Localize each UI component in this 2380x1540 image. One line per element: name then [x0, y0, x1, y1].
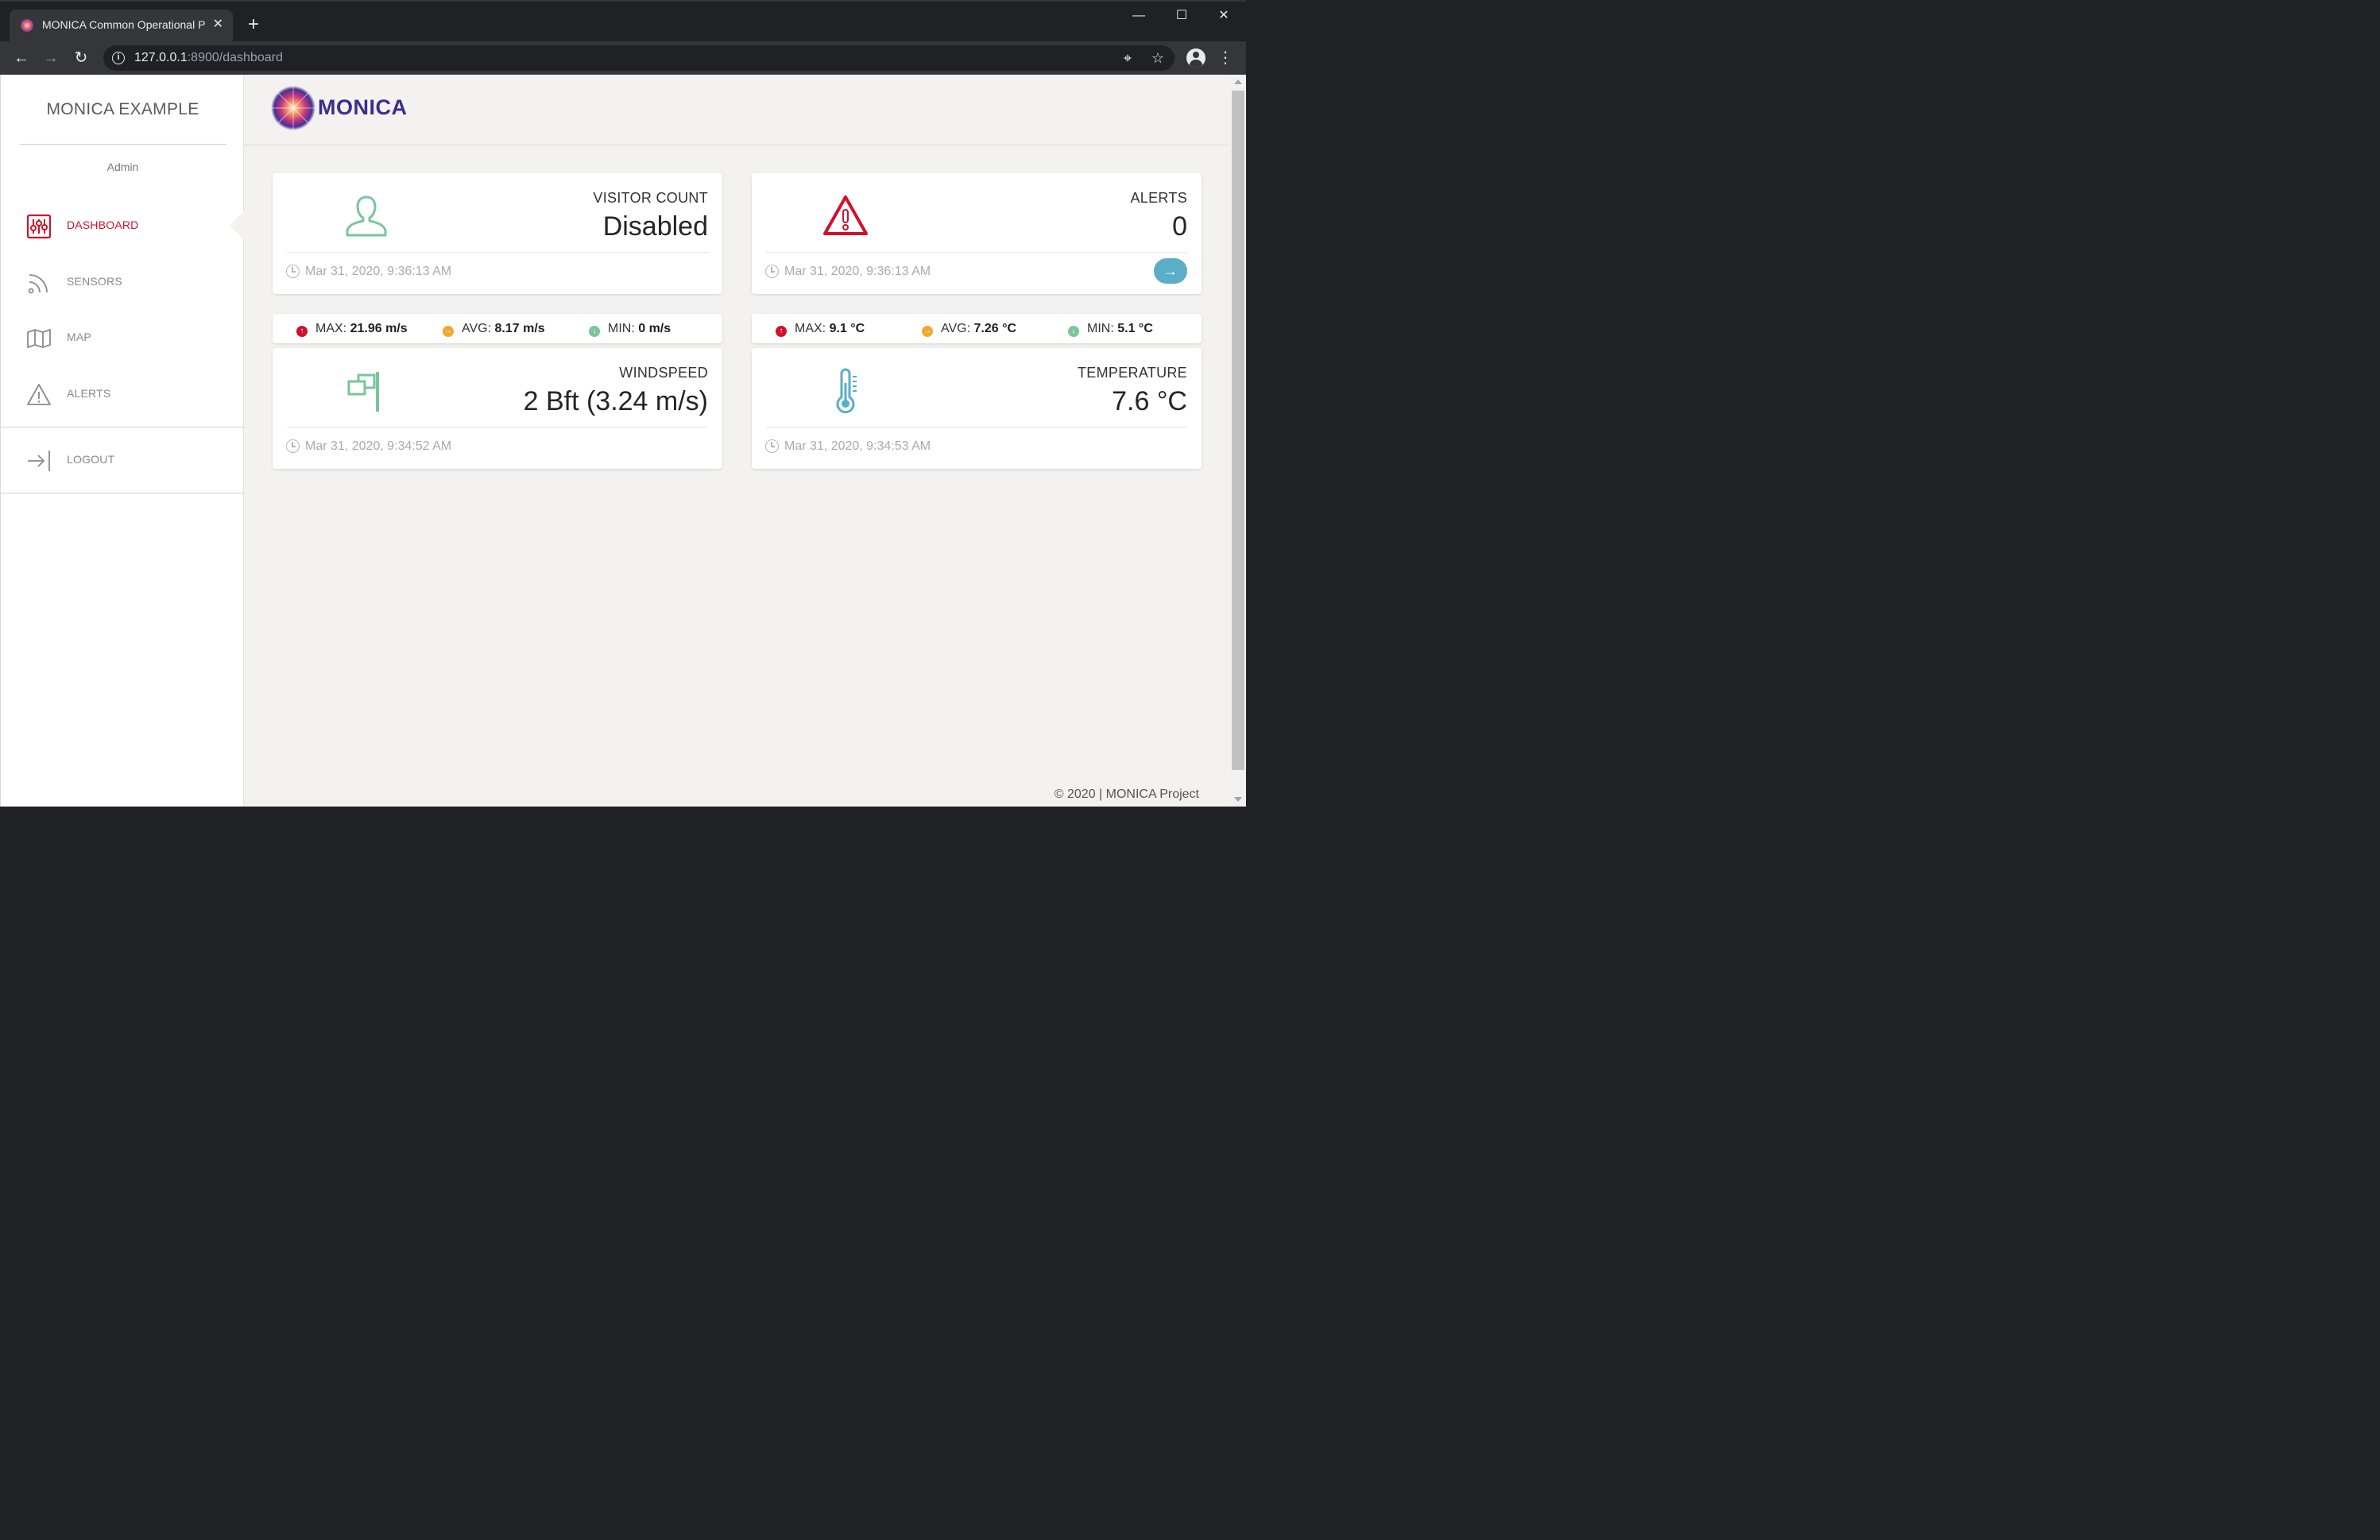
page-scrollbar[interactable] — [1230, 75, 1246, 807]
rss-icon — [28, 274, 48, 294]
sidebar-item-label: SENSORS — [67, 275, 122, 288]
windspeed-stats-bar: ↑ MAX: 21.96 m/s → AVG: 8.17 m/s ↓ MIN: 0 m… — [273, 314, 722, 343]
bookmark-star-icon[interactable]: ☆ — [1149, 49, 1167, 67]
stat-max: ↑ MAX: 9.1 °C — [776, 322, 865, 337]
address-bar[interactable]: i 127.0.0.1:8900/dashboard ⌖ ☆ — [103, 45, 1175, 71]
logout-icon — [28, 451, 50, 471]
sidebar-item-alerts[interactable]: ALERTS — [1, 374, 245, 414]
card-divider — [287, 427, 708, 428]
browser-toolbar: ← → ↻ i 127.0.0.1:8900/dashboard ⌖ ☆ ⋮ — [0, 41, 1246, 75]
app-brand-title: MONICA EXAMPLE — [46, 100, 199, 118]
sidebar-item-label: LOGOUT — [67, 453, 115, 466]
clock-icon — [286, 265, 300, 278]
thermometer-icon — [836, 368, 857, 414]
arrow-right-icon: → — [922, 326, 933, 337]
stat-min: ↓ MIN: 5.1 °C — [1068, 322, 1153, 337]
stat-min: ↓ MIN: 0 m/s — [589, 322, 671, 337]
card-category: WINDSPEED — [619, 365, 708, 381]
card-timestamp: Mar 31, 2020, 9:36:13 AM — [784, 265, 931, 278]
alerts-card: ALERTS 0 Mar 31, 2020, 9:36:13 AM → — [752, 173, 1202, 294]
clock-icon — [765, 439, 779, 453]
user-role: Admin — [106, 161, 139, 173]
card-category: VISITOR COUNT — [593, 190, 708, 206]
scrollbar-thumb[interactable] — [1232, 91, 1244, 770]
sidebar-item-label: MAP — [67, 331, 91, 343]
monica-favicon-icon — [21, 19, 33, 32]
card-value: Disabled — [602, 211, 708, 242]
card-timestamp: Mar 31, 2020, 9:34:52 AM — [305, 439, 452, 453]
card-category: ALERTS — [1130, 190, 1187, 206]
card-timestamp: Mar 31, 2020, 9:36:13 AM — [305, 265, 452, 278]
page-header: MONICA — [244, 75, 1230, 145]
sidebar-item-dashboard[interactable]: DASHBOARD — [1, 206, 245, 246]
windspeed-card: WINDSPEED 2 Bft (3.24 m/s) Mar 31, 2020,… — [273, 348, 722, 469]
reload-icon[interactable]: ↻ — [69, 46, 93, 70]
scroll-up-icon[interactable] — [1234, 79, 1242, 84]
clock-icon — [286, 439, 300, 453]
temperature-card: TEMPERATURE 7.6 °C Mar 31, 2020, 9:34:53… — [752, 348, 1202, 469]
arrow-up-icon: ↑ — [296, 326, 308, 337]
card-value: 0 — [1172, 211, 1187, 242]
browser-tab[interactable]: MONICA Common Operational P ✕ — [10, 10, 233, 43]
sidebar-item-label: DASHBOARD — [67, 219, 139, 231]
tab-close-icon[interactable]: ✕ — [213, 17, 223, 33]
windsock-flag-icon — [347, 372, 379, 412]
scroll-down-icon[interactable] — [1234, 797, 1242, 802]
sidebar-item-logout[interactable]: LOGOUT — [1, 440, 245, 480]
active-indicator — [230, 210, 246, 242]
sliders-icon — [26, 214, 52, 239]
sidebar-item-label: ALERTS — [67, 387, 111, 400]
site-info-icon[interactable]: i — [112, 52, 125, 64]
visitor-count-card: VISITOR COUNT Disabled Mar 31, 2020, 9:3… — [273, 173, 722, 294]
stat-max: ↑ MAX: 21.96 m/s — [296, 322, 408, 337]
temperature-stats-bar: ↑ MAX: 9.1 °C → AVG: 7.26 °C ↓ MIN: 5.1 °C — [752, 314, 1202, 343]
profile-avatar-icon[interactable] — [1186, 48, 1205, 68]
alert-triangle-icon — [823, 195, 868, 235]
monica-logo-icon[interactable] — [269, 84, 317, 132]
sidebar-divider — [1, 427, 245, 428]
maximize-button[interactable]: ☐ — [1166, 6, 1198, 30]
card-timestamp: Mar 31, 2020, 9:34:53 AM — [784, 439, 931, 453]
sidebar-item-sensors[interactable]: SENSORS — [1, 262, 245, 302]
card-divider — [766, 252, 1187, 253]
browser-menu-icon[interactable]: ⋮ — [1216, 46, 1235, 70]
card-category: TEMPERATURE — [1078, 365, 1187, 381]
card-value: 7.6 °C — [1112, 386, 1187, 416]
clock-icon — [765, 265, 779, 278]
person-icon — [346, 195, 387, 237]
close-window-button[interactable]: ✕ — [1208, 6, 1240, 30]
card-divider — [766, 427, 1187, 428]
arrow-down-icon: ↓ — [1068, 326, 1079, 337]
page-footer: © 2020 | MONICA Project — [1054, 787, 1199, 801]
sidebar: MONICA EXAMPLE Admin DASHBOARD SENSORS M… — [0, 75, 246, 807]
map-icon — [27, 329, 51, 348]
card-divider — [287, 252, 708, 253]
logo-wordmark: MONICA — [318, 95, 408, 119]
minimize-button[interactable]: — — [1123, 6, 1155, 30]
tab-title: MONICA Common Operational P — [42, 18, 206, 31]
location-target-icon[interactable]: ⌖ — [1119, 49, 1136, 67]
back-arrow-icon[interactable]: ← — [10, 46, 33, 70]
new-tab-button[interactable]: + — [243, 14, 264, 35]
browser-tab-bar: MONICA Common Operational P ✕ + — ☐ ✕ — [0, 0, 1246, 43]
stat-avg: → AVG: 7.26 °C — [922, 322, 1017, 337]
page-viewport: MONICA EXAMPLE Admin DASHBOARD SENSORS M… — [0, 75, 1246, 807]
card-value: 2 Bft (3.24 m/s) — [523, 386, 708, 416]
arrow-right-icon: → — [443, 326, 454, 337]
arrow-down-icon: ↓ — [589, 326, 600, 337]
view-alerts-button[interactable]: → — [1154, 258, 1187, 284]
stat-avg: → AVG: 8.17 m/s — [443, 322, 545, 337]
forward-arrow-icon[interactable]: → — [39, 46, 63, 70]
arrow-up-icon: ↑ — [776, 326, 787, 337]
sidebar-item-map[interactable]: MAP — [1, 318, 245, 358]
warning-icon — [27, 384, 51, 405]
url-text[interactable]: 127.0.0.1:8900/dashboard — [134, 51, 283, 65]
brand-divider — [20, 144, 226, 145]
